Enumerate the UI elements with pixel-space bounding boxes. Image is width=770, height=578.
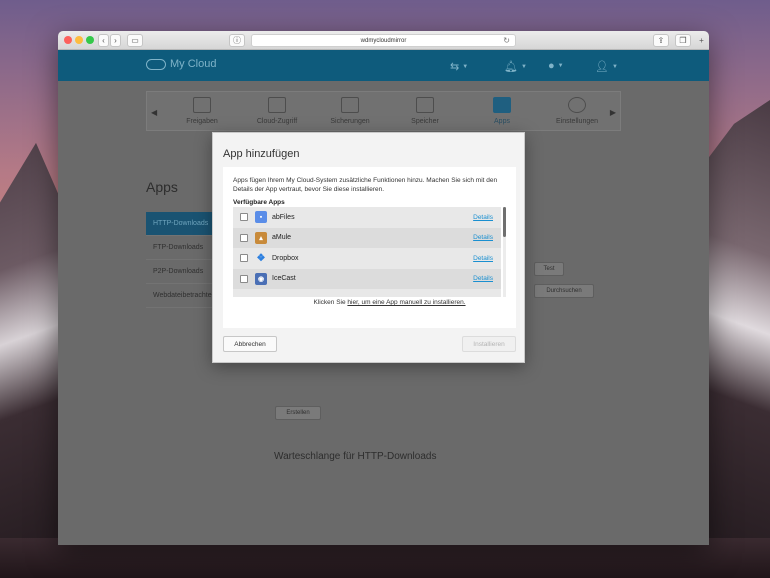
tabs-overview-button[interactable]: ❐ xyxy=(675,34,691,47)
app-name: Dropbox xyxy=(272,254,299,262)
cancel-button[interactable]: Abbrechen xyxy=(223,336,277,352)
nav-left-arrow-icon[interactable]: ◀ xyxy=(151,108,157,117)
bell-icon: 🔔︎ xyxy=(504,61,518,73)
dropbox-icon: ❖ xyxy=(256,252,266,264)
list-item[interactable]: ▪ abFiles Details xyxy=(233,207,501,228)
nav-item-speicher[interactable]: Speicher xyxy=(390,97,460,125)
add-app-dialog: App hinzufügen Apps fügen Ihrem My Cloud… xyxy=(212,132,525,363)
chevron-right-icon: › xyxy=(114,35,117,45)
nav-item-cloud-zugriff[interactable]: Cloud-Zugriff xyxy=(242,97,312,125)
list-item[interactable]: ▴ aMule Details xyxy=(233,227,501,248)
dialog-content: Apps fügen Ihrem My Cloud-System zusätzl… xyxy=(223,167,516,328)
manual-install-link[interactable]: hier, um eine App manuell zu installiere… xyxy=(347,299,465,306)
tabs-icon: ❐ xyxy=(679,35,687,45)
available-apps-list[interactable]: ▪ abFiles Details ▴ aMule Details ❖ Drop… xyxy=(233,207,501,297)
app-checkbox-amule[interactable] xyxy=(240,233,248,242)
app-logo-text: My Cloud xyxy=(170,58,217,70)
sidebar-icon: ▭ xyxy=(131,35,139,45)
caret-down-icon: ▼ xyxy=(557,63,564,69)
usb-menu[interactable]: ⇆ ▼ xyxy=(450,60,468,73)
forward-button[interactable]: › xyxy=(110,34,121,47)
storage-icon xyxy=(416,97,434,113)
list-item[interactable]: ◉ IceCast Details xyxy=(233,268,501,289)
amule-icon: ▴ xyxy=(255,231,267,244)
help-menu[interactable]: ● ▼ xyxy=(548,60,564,72)
app-details-link-dropbox[interactable]: Details xyxy=(473,255,493,262)
app-name: aMule xyxy=(272,234,292,242)
available-apps-heading: Verfügbare Apps xyxy=(233,199,285,206)
manual-install-prefix: Klicken Sie xyxy=(313,299,346,306)
nav-item-apps[interactable]: Apps xyxy=(467,97,537,125)
chevron-left-icon: ‹ xyxy=(102,35,105,45)
usb-icon: ⇆ xyxy=(450,61,460,73)
gear-icon xyxy=(568,97,586,113)
list-item[interactable]: ❖ Dropbox Details xyxy=(233,248,501,269)
user-menu[interactable]: 👤︎ ▼ xyxy=(595,60,618,73)
dialog-title: App hinzufügen xyxy=(223,148,300,160)
test-button[interactable]: Test xyxy=(534,262,564,276)
browse-button[interactable]: Durchsuchen xyxy=(534,284,594,298)
cloud-access-icon xyxy=(268,97,286,113)
app-checkbox-icecast[interactable] xyxy=(240,274,248,283)
install-button[interactable]: Installieren xyxy=(462,336,516,352)
new-tab-button[interactable]: + xyxy=(696,34,707,47)
notifications-menu[interactable]: 🔔︎ ▼ xyxy=(504,60,527,73)
user-icon: 👤︎ xyxy=(595,61,609,73)
browser-titlebar: ‹ › ▭ ⓘ wdmycloudmirror ↻ ⇪ ❐ + xyxy=(58,31,709,50)
cloud-logo-icon xyxy=(146,58,166,70)
dialog-description: Apps fügen Ihrem My Cloud-System zusätzl… xyxy=(233,177,498,193)
help-icon: ● xyxy=(548,60,555,72)
apps-icon xyxy=(493,97,511,113)
shares-icon xyxy=(193,97,211,113)
url-text: wdmycloudmirror xyxy=(360,37,407,44)
app-checkbox-dropbox[interactable] xyxy=(240,254,248,263)
nav-item-einstellungen[interactable]: Einstellungen xyxy=(542,97,612,125)
app-logo[interactable]: My Cloud xyxy=(146,58,216,70)
manual-install-line: Klicken Sie hier, um eine App manuell zu… xyxy=(223,299,516,306)
abfiles-icon: ▪ xyxy=(255,211,267,224)
share-icon: ⇪ xyxy=(657,35,665,45)
back-button[interactable]: ‹ xyxy=(98,34,109,47)
share-button[interactable]: ⇪ xyxy=(653,34,669,47)
browser-window: ‹ › ▭ ⓘ wdmycloudmirror ↻ ⇪ ❐ + My Cloud… xyxy=(58,31,709,545)
page-title: Apps xyxy=(146,179,178,195)
sidebar-toggle-button[interactable]: ▭ xyxy=(127,34,143,47)
app-header: My Cloud ⇆ ▼ 🔔︎ ▼ ● ▼ 👤︎ ▼ xyxy=(58,50,709,81)
app-list-scroll-thumb[interactable] xyxy=(503,207,506,237)
nav-right-arrow-icon[interactable]: ▶ xyxy=(610,108,616,117)
plus-icon: + xyxy=(699,35,704,45)
app-name: IceCast xyxy=(272,275,296,283)
app-details-link-amule[interactable]: Details xyxy=(473,234,493,241)
info-icon: ⓘ xyxy=(233,35,241,45)
window-close-button[interactable] xyxy=(64,36,72,44)
app-checkbox-abfiles[interactable] xyxy=(240,213,248,222)
app-details-link-icecast[interactable]: Details xyxy=(473,275,493,282)
list-item-partial xyxy=(233,289,501,297)
backup-icon xyxy=(341,97,359,113)
reload-icon[interactable]: ↻ xyxy=(503,36,510,45)
nav-item-sicherungen[interactable]: Sicherungen xyxy=(315,97,385,125)
window-minimize-button[interactable] xyxy=(75,36,83,44)
caret-down-icon: ▼ xyxy=(462,63,469,70)
window-maximize-button[interactable] xyxy=(86,36,94,44)
icecast-icon: ◉ xyxy=(255,272,267,285)
privacy-report-button[interactable]: ⓘ xyxy=(229,34,245,47)
app-details-link-abfiles[interactable]: Details xyxy=(473,214,493,221)
http-queue-title: Warteschlange für HTTP-Downloads xyxy=(274,451,437,462)
app-name: abFiles xyxy=(272,213,295,221)
create-button[interactable]: Erstellen xyxy=(275,406,321,420)
caret-down-icon: ▼ xyxy=(611,63,618,70)
url-bar[interactable]: wdmycloudmirror ↻ xyxy=(251,34,516,47)
main-nav: ◀ Freigaben Cloud-Zugriff Sicherungen Sp… xyxy=(146,91,621,131)
caret-down-icon: ▼ xyxy=(520,63,527,70)
nav-item-freigaben[interactable]: Freigaben xyxy=(167,97,237,125)
